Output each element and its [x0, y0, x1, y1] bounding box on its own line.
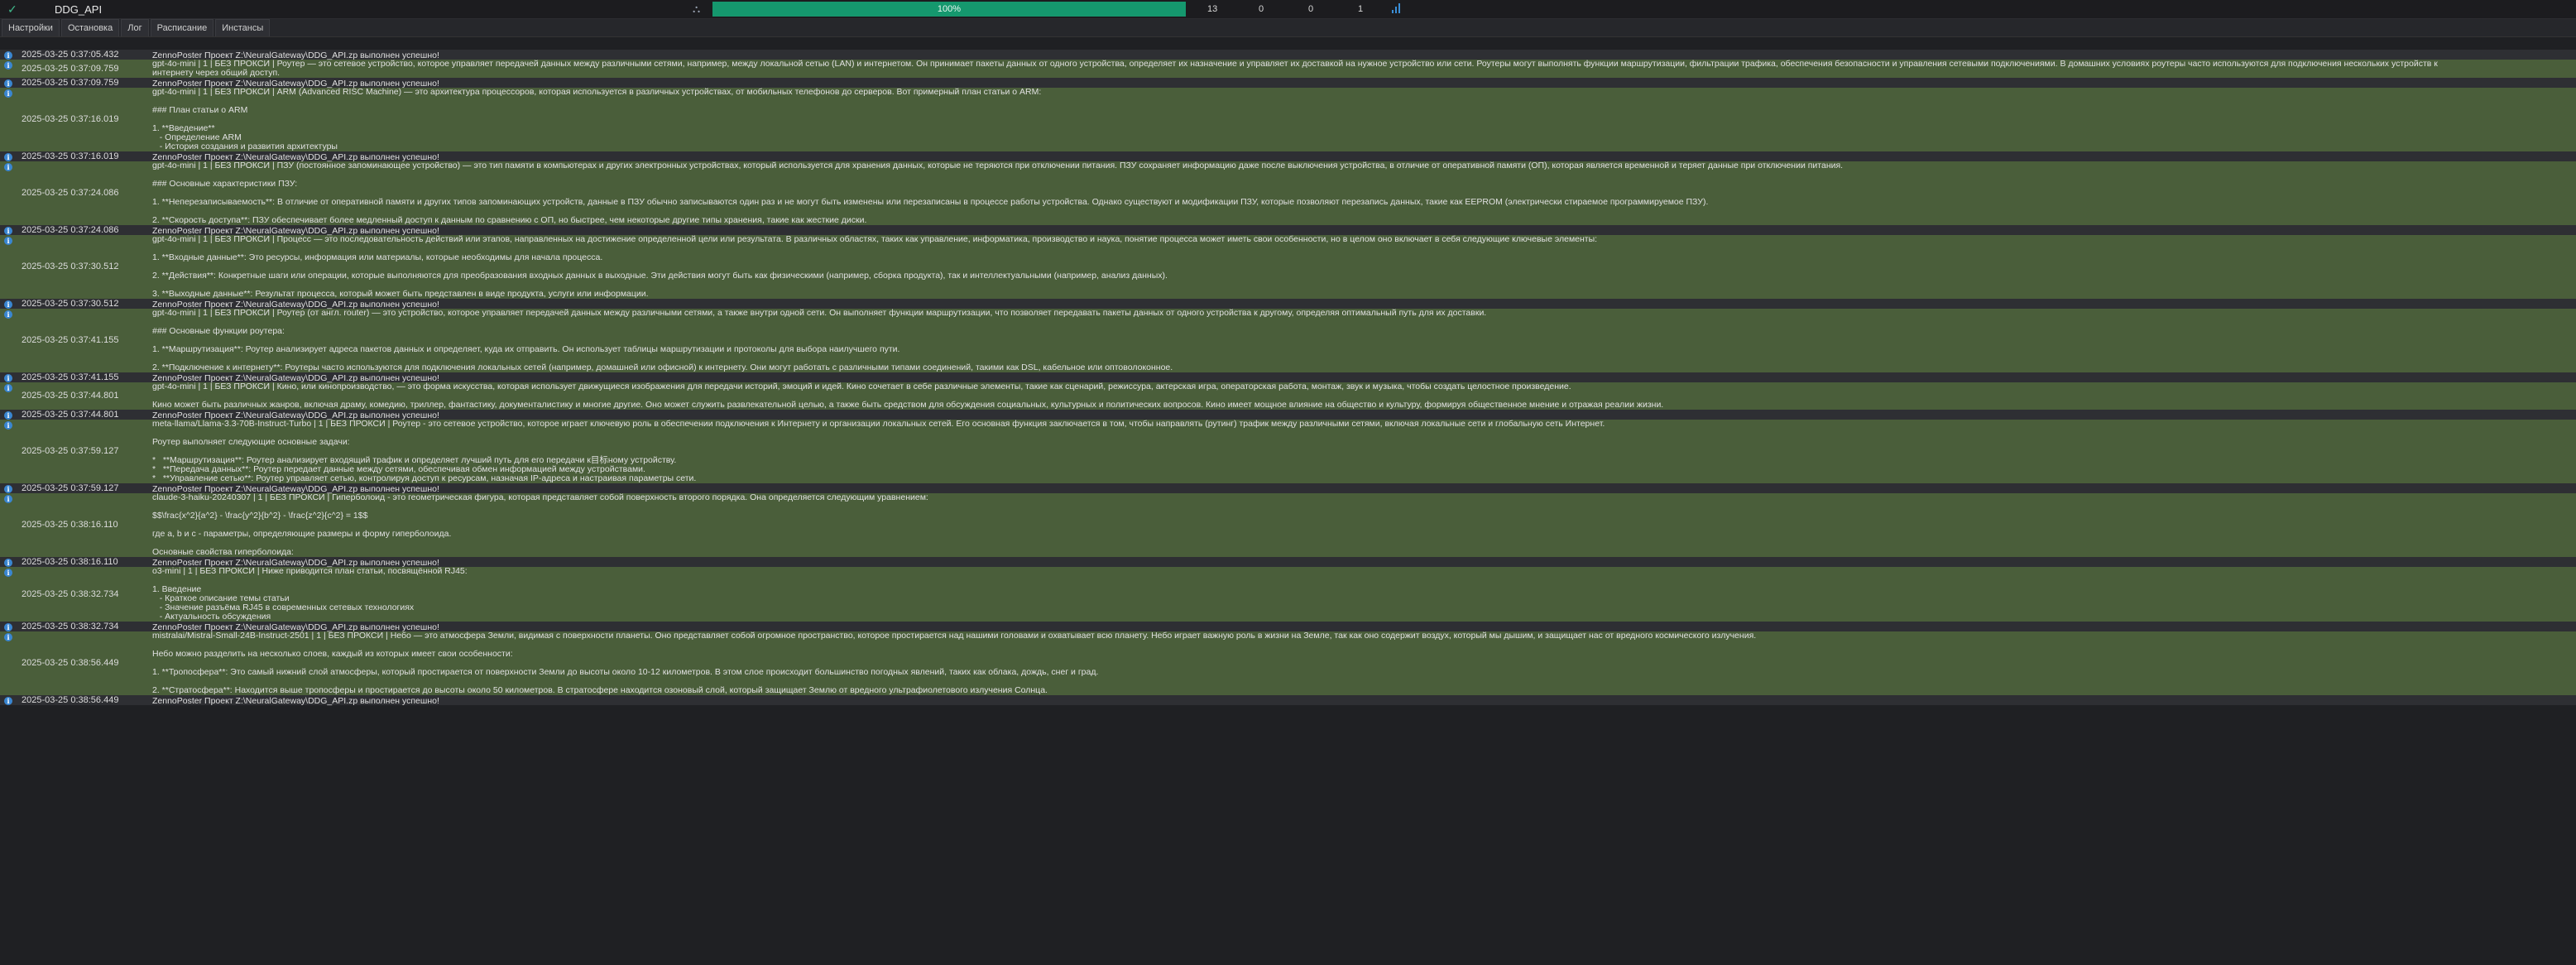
log-message: gpt-4o-mini | 1 | БЕЗ ПРОКСИ | ARM (Adva…	[152, 87, 1042, 151]
tab-bar: Настройки Остановка Лог Расписание Инста…	[0, 19, 2576, 37]
log-timestamp: 2025-03-25 0:37:59.127	[22, 446, 119, 456]
info-icon: i	[4, 697, 12, 705]
info-icon: i	[4, 153, 12, 161]
log-timestamp: 2025-03-25 0:38:16.110	[22, 520, 118, 530]
log-row[interactable]: i 2025-03-25 0:38:16.110 claude-3-haiku-20…	[0, 493, 2576, 557]
log-timestamp: 2025-03-25 0:38:32.734	[22, 588, 119, 599]
top-bar: ✓ DDG_API ⛬ 100% 13 0 0 1	[0, 0, 2576, 19]
info-icon: i	[4, 411, 12, 420]
log-timestamp: 2025-03-25 0:37:24.086	[22, 224, 119, 235]
log-row[interactable]: i 2025-03-25 0:37:16.019 gpt-4o-mini | 1 |…	[0, 88, 2576, 151]
count-success: 0	[1259, 4, 1264, 14]
info-icon: i	[4, 237, 12, 245]
info-icon: i	[4, 374, 12, 382]
info-icon: i	[4, 633, 12, 641]
log-message: gpt-4o-mini | 1 | БЕЗ ПРОКСИ | Роутер — …	[152, 59, 2438, 78]
log-timestamp: 2025-03-25 0:37:41.155	[22, 335, 119, 345]
log-message: meta-llama/Llama-3.3-70B-Instruct-Turbo …	[152, 419, 1605, 483]
log-timestamp: 2025-03-25 0:38:56.449	[22, 658, 119, 668]
log-timestamp: 2025-03-25 0:37:09.759	[22, 77, 119, 88]
log-message: o3-mini | 1 | БЕЗ ПРОКСИ | Ниже приводит…	[152, 566, 468, 622]
info-icon: i	[4, 384, 12, 392]
count-extra: 1	[1358, 4, 1364, 14]
log-row[interactable]: i 2025-03-25 0:37:41.155 gpt-4o-mini | 1 |…	[0, 309, 2576, 372]
log-row[interactable]: i 2025-03-25 0:37:44.801 gpt-4o-mini | 1 |…	[0, 382, 2576, 410]
info-icon: i	[4, 61, 12, 70]
log-timestamp: 2025-03-25 0:38:32.734	[22, 621, 119, 631]
log-row[interactable]: i 2025-03-25 0:37:59.127 meta-llama/Llama-…	[0, 420, 2576, 483]
count-fail: 0	[1308, 4, 1314, 14]
tab-instances[interactable]: Инстансы	[215, 19, 271, 36]
chart-bars-icon[interactable]	[1392, 3, 1400, 13]
log-timestamp: 2025-03-25 0:38:56.449	[22, 694, 119, 705]
tab-schedule[interactable]: Расписание	[150, 19, 214, 36]
log-row[interactable]: i 2025-03-25 0:37:09.759 gpt-4o-mini | 1 |…	[0, 60, 2576, 78]
log-timestamp: 2025-03-25 0:37:41.155	[22, 372, 119, 382]
project-name: DDG_API	[55, 3, 103, 16]
info-icon: i	[4, 227, 12, 235]
log-timestamp: 2025-03-25 0:37:24.086	[22, 188, 119, 198]
log-timestamp: 2025-03-25 0:37:30.512	[22, 298, 119, 309]
progress-text: 100%	[937, 4, 962, 14]
log-message: gpt-4o-mini | 1 | БЕЗ ПРОКСИ | ПЗУ (пост…	[152, 161, 1844, 225]
log-timestamp: 2025-03-25 0:37:44.801	[22, 409, 119, 420]
info-icon: i	[4, 89, 12, 98]
log-message: gpt-4o-mini | 1 | БЕЗ ПРОКСИ | Процесс —…	[152, 234, 1598, 299]
log-timestamp: 2025-03-25 0:37:44.801	[22, 391, 119, 401]
log-timestamp: 2025-03-25 0:37:16.019	[22, 114, 119, 124]
info-icon: i	[4, 163, 12, 171]
log-message: mistralai/Mistral-Small-24B-Instruct-250…	[152, 631, 1757, 695]
network-icon[interactable]: ⛬	[693, 2, 700, 16]
log-message: claude-3-haiku-20240307 | 1 | БЕЗ ПРОКСИ…	[152, 492, 928, 557]
info-icon: i	[4, 485, 12, 493]
log-row[interactable]: i 2025-03-25 0:38:32.734 o3-mini | 1 | БЕЗ…	[0, 567, 2576, 622]
log-timestamp: 2025-03-25 0:37:30.512	[22, 262, 119, 271]
log-timestamp: 2025-03-25 0:38:16.110	[22, 556, 118, 567]
progress-bar: 100%	[712, 2, 1186, 17]
info-icon: i	[4, 569, 12, 577]
tab-settings[interactable]: Настройки	[2, 19, 60, 36]
log-message: gpt-4o-mini | 1 | БЕЗ ПРОКСИ | Кино, или…	[152, 382, 1664, 410]
info-icon: i	[4, 623, 12, 631]
count-threads: 13	[1207, 4, 1218, 14]
log-timestamp: 2025-03-25 0:37:05.432	[22, 49, 119, 60]
tab-log[interactable]: Лог	[121, 19, 149, 36]
info-icon: i	[4, 79, 12, 88]
info-icon: i	[4, 310, 12, 319]
log-message: ZennoPoster Проект Z:\NeuralGateway\DDG_…	[152, 558, 439, 568]
info-icon: i	[4, 300, 12, 309]
tab-stop[interactable]: Остановка	[60, 19, 120, 36]
log-row[interactable]: i 2025-03-25 0:38:56.449 ZennoPoster Проек…	[0, 694, 2576, 706]
info-icon: i	[4, 51, 12, 60]
log-timestamp: 2025-03-25 0:37:16.019	[22, 151, 119, 161]
info-icon: i	[4, 421, 12, 430]
log-timestamp: 2025-03-25 0:37:09.759	[22, 63, 119, 74]
check-icon: ✓	[7, 2, 17, 16]
log-message: gpt-4o-mini | 1 | БЕЗ ПРОКСИ | Роутер (о…	[152, 308, 1487, 372]
log-timestamp: 2025-03-25 0:37:59.127	[22, 482, 119, 493]
info-icon: i	[4, 559, 12, 567]
info-icon: i	[4, 495, 12, 503]
log-row[interactable]: i 2025-03-25 0:37:24.086 gpt-4o-mini | 1 |…	[0, 161, 2576, 225]
log-message: ZennoPoster Проект Z:\NeuralGateway\DDG_…	[152, 696, 439, 706]
log-row[interactable]: i 2025-03-25 0:38:56.449 mistralai/Mistral…	[0, 631, 2576, 695]
log-list[interactable]: i 2025-03-25 0:37:05.432 ZennoPoster Проек…	[0, 49, 2576, 706]
log-row[interactable]: i 2025-03-25 0:37:30.512 gpt-4o-mini | 1 |…	[0, 235, 2576, 299]
